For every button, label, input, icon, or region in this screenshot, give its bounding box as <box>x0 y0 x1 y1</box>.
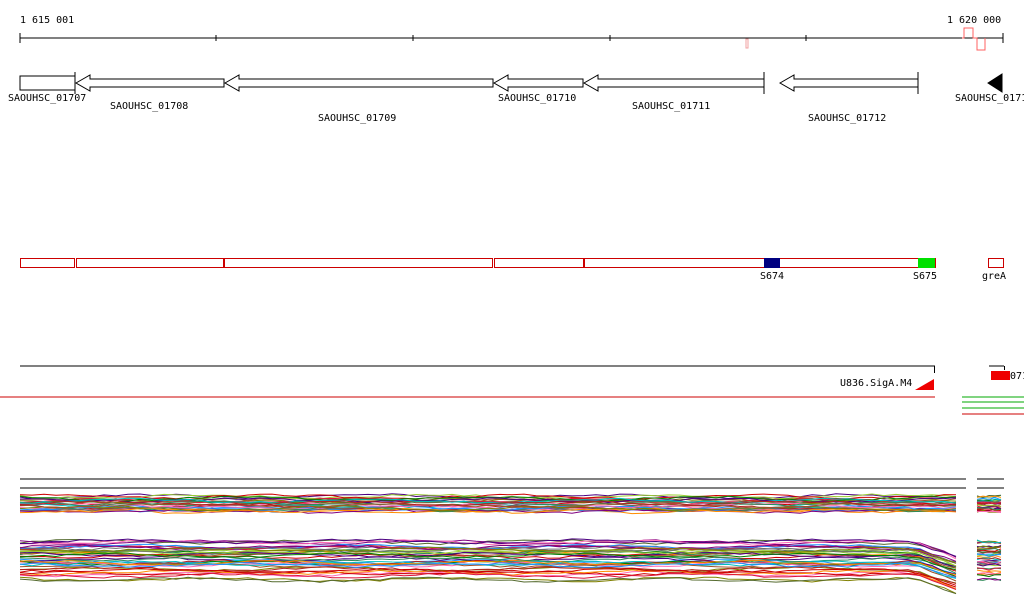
segment-box[interactable] <box>76 258 224 268</box>
gene-labels: SAOUHSC_01707 SAOUHSC_01708 SAOUHSC_0170… <box>8 93 1024 124</box>
segment-box[interactable] <box>988 258 1004 268</box>
segment-box[interactable] <box>494 258 584 268</box>
regulatory-left-label: U836.SigA.M4 <box>840 378 912 389</box>
ruler-start-label: 1 615 001 <box>20 15 74 26</box>
gene-arrow[interactable] <box>987 73 1003 93</box>
gene-arrow[interactable] <box>74 74 225 92</box>
segment-box[interactable] <box>20 258 75 268</box>
regulatory-right-label: 071 <box>1010 371 1024 382</box>
gene-track <box>19 72 1003 94</box>
ruler-end-label: 1 620 000 <box>947 15 1001 26</box>
expression-profile-lines <box>19 538 1002 595</box>
expression-panel-1 <box>19 478 1004 515</box>
gene-arrow[interactable] <box>582 74 765 92</box>
genome-browser-canvas: 1 615 001 1 620 000 SAOUHSC_01707 SAOUHS… <box>0 15 1024 595</box>
s675-feature[interactable] <box>918 258 935 268</box>
gene-label: SAOUHSC_01709 <box>318 113 396 124</box>
regulatory-track: U836.SigA.M4 071 <box>0 365 1024 415</box>
gene-label: SAOUHSC_01708 <box>110 101 188 112</box>
grea-label: greA <box>982 271 1006 282</box>
segment-track <box>20 258 1004 268</box>
segment-box[interactable] <box>224 258 493 268</box>
promoter-block[interactable] <box>991 371 1010 380</box>
gene-arrow[interactable] <box>223 74 494 92</box>
gene-arrow[interactable] <box>778 74 919 92</box>
ruler-marker <box>745 38 749 49</box>
gene-label: SAOUHSC_01712 <box>808 113 886 124</box>
ruler-marker-step <box>962 27 986 51</box>
segment-box[interactable] <box>584 258 936 268</box>
gene-label: SAOUHSC_01711 <box>632 101 710 112</box>
gene-label: SAOUHSC_01707 <box>8 93 86 104</box>
s674-label: S674 <box>760 271 784 282</box>
expression-panel-2 <box>19 538 1002 595</box>
s675-label: S675 <box>913 271 937 282</box>
coordinate-ruler: 1 615 001 1 620 000 <box>19 15 1004 51</box>
promoter-marker[interactable] <box>915 379 934 390</box>
gene-arrow[interactable] <box>492 74 584 92</box>
expression-profile-lines <box>19 493 1002 515</box>
gene-label: SAOUHSC_0171 <box>955 93 1024 104</box>
gene-arrow[interactable] <box>19 75 76 91</box>
s674-feature[interactable] <box>764 258 780 268</box>
gene-label: SAOUHSC_01710 <box>498 93 576 104</box>
